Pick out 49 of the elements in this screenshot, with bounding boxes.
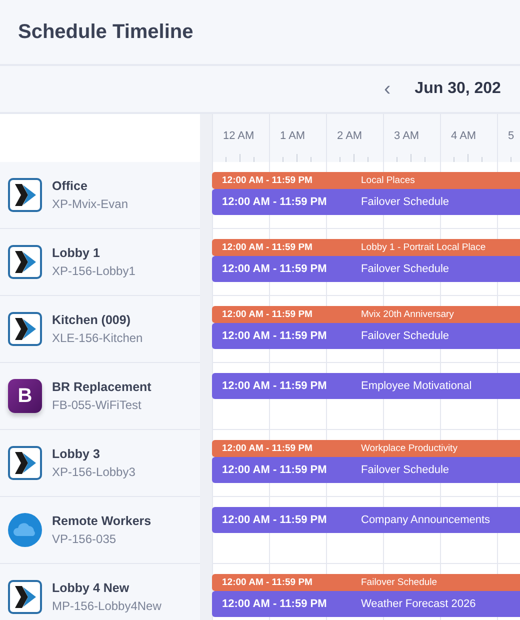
player-icon	[8, 580, 42, 614]
schedule-event[interactable]: 12:00 AM - 11:59 PM Lobby 1 - Portrait Local Place	[212, 239, 520, 256]
device-row[interactable]: Kitchen (009) XLE-156-Kitchen	[0, 296, 200, 363]
current-date: Jun 30, 202	[414, 80, 501, 98]
device-row[interactable]: Lobby 1 XP-156-Lobby1	[0, 229, 200, 296]
schedule-event[interactable]: 12:00 AM - 11:59 PM Employee Motivational	[212, 373, 520, 399]
device-name: BR Replacement	[52, 380, 152, 394]
hour-label: 4 AM	[451, 130, 476, 142]
schedule-event[interactable]: 12:00 AM - 11:59 PM Failover Schedule	[212, 574, 520, 591]
device-code: XP-156-Lobby1	[52, 264, 136, 278]
schedule-event[interactable]: 12:00 AM - 11:59 PM Failover Schedule	[212, 256, 520, 282]
schedule-event[interactable]: 12:00 AM - 11:59 PM Failover Schedule	[212, 457, 520, 483]
player-icon	[8, 446, 42, 480]
hour-label: 2 AM	[337, 130, 362, 142]
schedule-event[interactable]: 12:00 AM - 11:59 PM Failover Schedule	[212, 189, 520, 215]
player-icon	[8, 245, 42, 279]
schedule-event[interactable]: 12:00 AM - 11:59 PM Workplace Productivity	[212, 440, 520, 457]
hour-label: 12 AM	[223, 130, 254, 142]
schedule-event[interactable]: 12:00 AM - 11:59 PM Company Announcements	[212, 507, 520, 533]
device-row[interactable]: Lobby 4 New MP-156-Lobby4New	[0, 564, 200, 620]
schedule-event[interactable]: 12:00 AM - 11:59 PM Weather Forecast 2026	[212, 591, 520, 617]
device-name: Remote Workers	[52, 514, 152, 528]
app-logo-icon: B	[8, 379, 42, 413]
hour-label: 3 AM	[394, 130, 420, 142]
device-name: Office	[52, 179, 88, 193]
player-icon	[8, 178, 42, 212]
hour-label: 5	[508, 130, 514, 142]
device-code: XLE-156-Kitchen	[52, 331, 143, 345]
hour-label: 1 AM	[280, 130, 306, 142]
device-row[interactable]: B BR Replacement FB-055-WiFiTest	[0, 363, 200, 430]
device-name: Lobby 4 New	[52, 581, 130, 595]
device-row[interactable]: Office XP-Mvix-Evan	[0, 162, 200, 229]
device-code: MP-156-Lobby4New	[52, 599, 162, 613]
device-row[interactable]: Remote Workers VP-156-035	[0, 497, 200, 564]
schedule-event[interactable]: 12:00 AM - 11:59 PM Mvix 20th Anniversary	[212, 306, 520, 323]
cloud-icon	[8, 513, 42, 547]
device-row[interactable]: Lobby 3 XP-156-Lobby3	[0, 430, 200, 497]
device-code: VP-156-035	[52, 532, 118, 546]
page-title: Schedule Timeline	[18, 20, 194, 44]
previous-day-button[interactable]: ‹	[380, 78, 395, 100]
device-code: FB-055-WiFiTest	[52, 398, 142, 412]
device-name: Lobby 1	[52, 246, 101, 260]
device-code: XP-156-Lobby3	[52, 465, 136, 479]
device-name: Lobby 3	[52, 447, 101, 461]
device-code: XP-Mvix-Evan	[52, 197, 128, 211]
schedule-event[interactable]: 12:00 AM - 11:59 PM Local Places	[212, 172, 520, 189]
schedule-event[interactable]: 12:00 AM - 11:59 PM Failover Schedule	[212, 323, 520, 349]
device-name: Kitchen (009)	[52, 313, 132, 327]
player-icon	[8, 312, 42, 346]
